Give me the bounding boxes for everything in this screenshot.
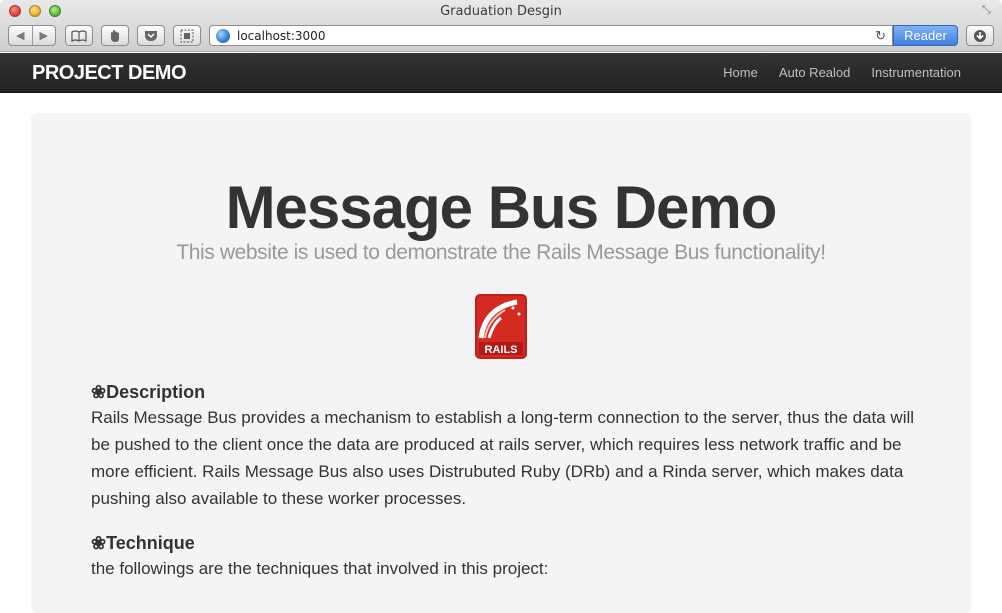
hand-icon [111,29,119,42]
technique-section: ❀Technique the followings are the techni… [91,533,921,582]
nav-links: Home Auto Realod Instrumentation [723,65,961,80]
fullscreen-icon[interactable]: ⤡ [982,4,994,16]
screenshot-icon [180,29,194,42]
hero-unit: Message Bus Demo This website is used to… [31,113,971,613]
window-title: Graduation Desgin [440,4,562,19]
brand-link[interactable]: PROJECT DEMO [32,62,187,85]
rails-logo-text: RAILS [485,344,518,356]
url-text[interactable]: localhost:3000 [237,29,325,43]
description-section: ❀Description Rails Message Bus provides … [91,382,921,512]
history-button[interactable] [101,25,129,46]
nav-link-auto-reload[interactable]: Auto Realod [779,65,851,80]
forward-icon[interactable]: ▶ [33,29,56,42]
nav-link-instrumentation[interactable]: Instrumentation [871,65,961,80]
pocket-icon [145,30,157,41]
section-heading: ❀Technique [91,533,195,553]
reader-button[interactable]: Reader [893,25,958,46]
screenshot-button[interactable] [173,25,201,46]
page-title: Message Bus Demo [225,174,778,241]
back-icon[interactable]: ◀ [9,29,32,42]
nav-link-home[interactable]: Home [723,65,758,80]
page-subtitle: This website is used to demonstrate the … [176,241,826,264]
back-forward-buttons: ◀ ▶ [8,25,56,46]
section-body: Rails Message Bus provides a mechanism t… [91,408,915,508]
globe-icon [216,28,230,43]
window-titlebar: Graduation Desgin ⤡ ◀ ▶ localhost:3000 ↻… [0,0,1002,52]
section-heading: ❀Description [91,382,206,402]
pocket-button[interactable] [137,25,165,46]
navbar: PROJECT DEMO Home Auto Realod Instrument… [0,53,1002,93]
section-body: the followings are the techniques that i… [91,559,549,578]
rails-logo: RAILS [475,294,527,359]
book-icon [71,29,87,42]
downloads-button[interactable] [966,25,994,46]
address-bar[interactable]: localhost:3000 ↻ [209,25,893,46]
reload-icon[interactable]: ↻ [875,28,886,44]
bookmarks-button[interactable] [65,25,93,46]
download-icon [974,29,986,42]
